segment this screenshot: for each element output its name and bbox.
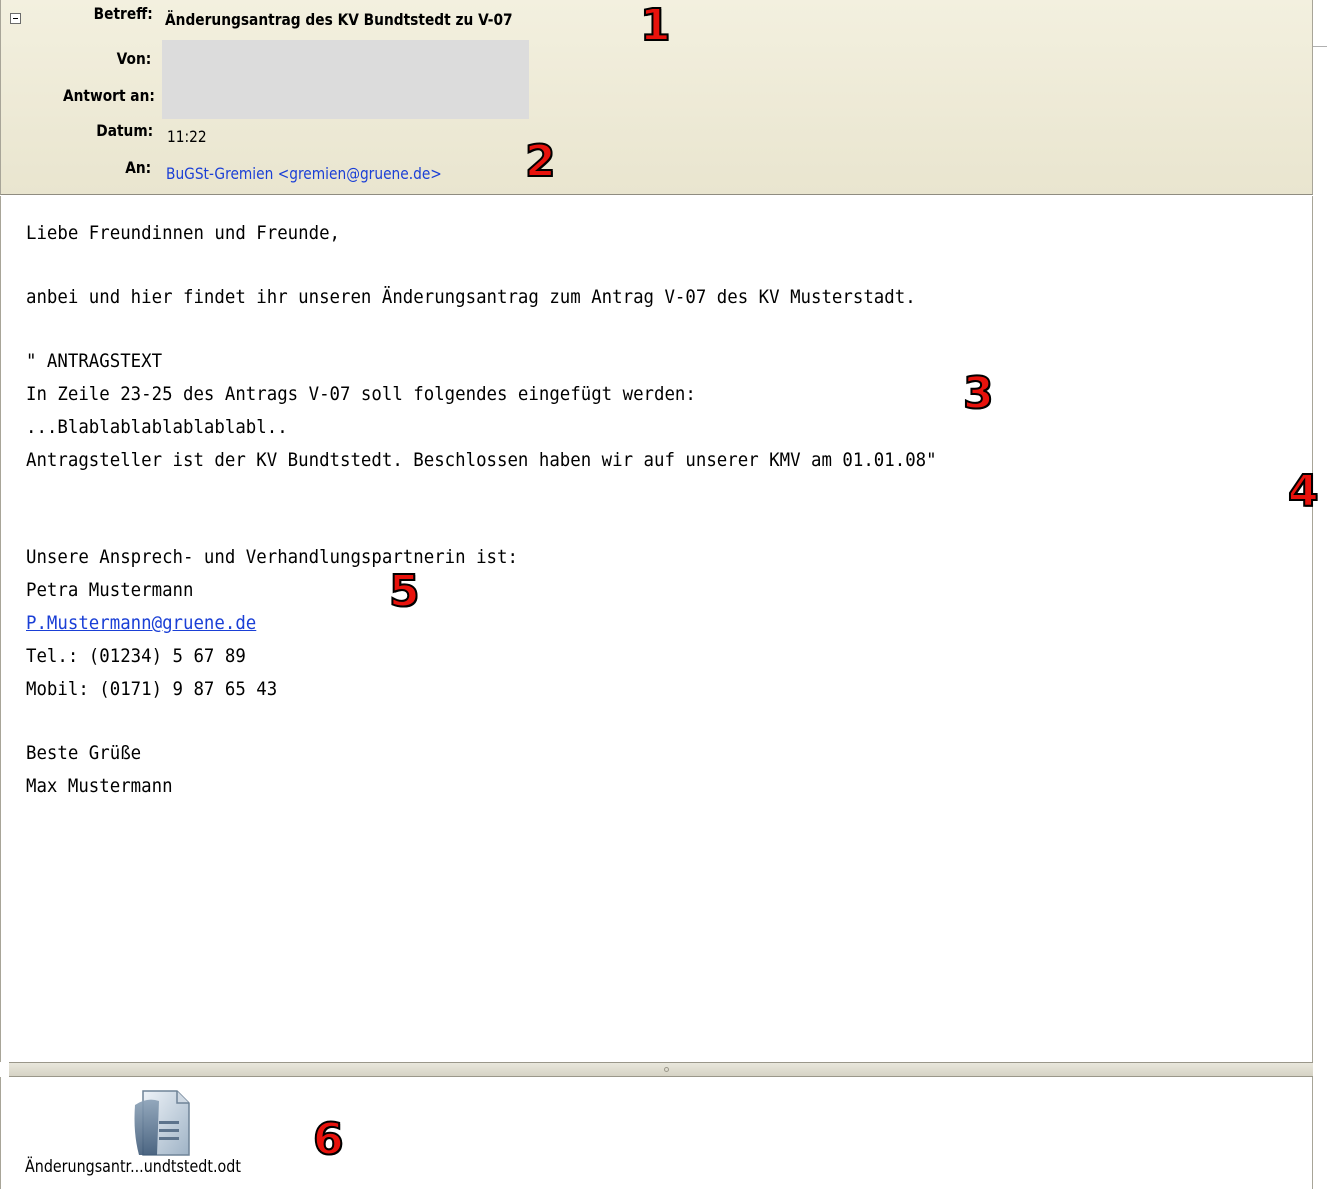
pane-splitter[interactable] xyxy=(9,1062,1313,1077)
odt-document-icon xyxy=(134,1090,190,1156)
redacted-sender-block xyxy=(162,40,529,119)
body-line: anbei und hier findet ihr unseren Änderu… xyxy=(26,286,916,308)
reply-to-label: Antwort an: xyxy=(63,86,155,105)
window-edge-rule xyxy=(1313,46,1327,47)
to-row: An: BuGSt-Gremien <gremien@gruene.de> xyxy=(1,158,442,188)
body-line: Max Mustermann xyxy=(26,775,173,797)
email-link[interactable]: P.Mustermann@gruene.de xyxy=(26,612,256,634)
body-line: Antragsteller ist der KV Bundtstedt. Bes… xyxy=(26,449,937,471)
body-line: Liebe Freundinnen und Freunde, xyxy=(26,222,341,244)
attachment-item[interactable]: Änderungsantr...undtstedt.odt xyxy=(1,1077,331,1189)
from-row: Von: xyxy=(1,49,151,79)
annotation-marker: 1 xyxy=(639,0,672,51)
annotation-marker: 4 xyxy=(1287,466,1320,517)
attachment-filename: Änderungsantr...undtstedt.odt xyxy=(25,1157,241,1177)
splitter-grip-icon xyxy=(664,1067,669,1072)
subject-row: Betreff: Änderungsantrag des KV Bundtste… xyxy=(1,4,513,34)
body-line: Beste Grüße xyxy=(26,742,142,764)
to-recipient-link[interactable]: BuGSt-Gremien <gremien@gruene.de> xyxy=(166,164,442,183)
annotation-marker: 5 xyxy=(388,566,421,617)
body-line: Tel.: (01234) 5 67 89 xyxy=(26,645,246,667)
to-label: An: xyxy=(125,158,151,177)
body-line: Petra Mustermann xyxy=(26,579,194,601)
body-line: " ANTRAGSTEXT xyxy=(26,350,163,372)
subject-label: Betreff: xyxy=(93,4,153,23)
message-body: Liebe Freundinnen und Freunde, anbei und… xyxy=(0,196,1313,1062)
body-line: In Zeile 23-25 des Antrags V-07 soll fol… xyxy=(26,383,696,405)
reply-to-row: Antwort an: xyxy=(1,86,155,116)
body-line: Mobil: (0171) 9 87 65 43 xyxy=(26,678,278,700)
subject-value: Änderungsantrag des KV Bundtstedt zu V-0… xyxy=(165,9,513,29)
body-line: ...Blablablablablablabl.. xyxy=(26,416,288,438)
annotation-marker: 3 xyxy=(962,368,995,419)
date-value: 11:22 xyxy=(167,126,207,146)
from-label: Von: xyxy=(116,49,151,68)
date-label: Datum: xyxy=(96,121,153,140)
annotation-marker: 6 xyxy=(312,1114,345,1165)
attachment-pane: Änderungsantr...undtstedt.odt xyxy=(0,1077,1313,1189)
annotation-marker: 2 xyxy=(524,136,557,187)
date-row: Datum: 11:22 xyxy=(1,121,207,151)
body-line: Unsere Ansprech- und Verhandlungspartner… xyxy=(26,546,518,568)
